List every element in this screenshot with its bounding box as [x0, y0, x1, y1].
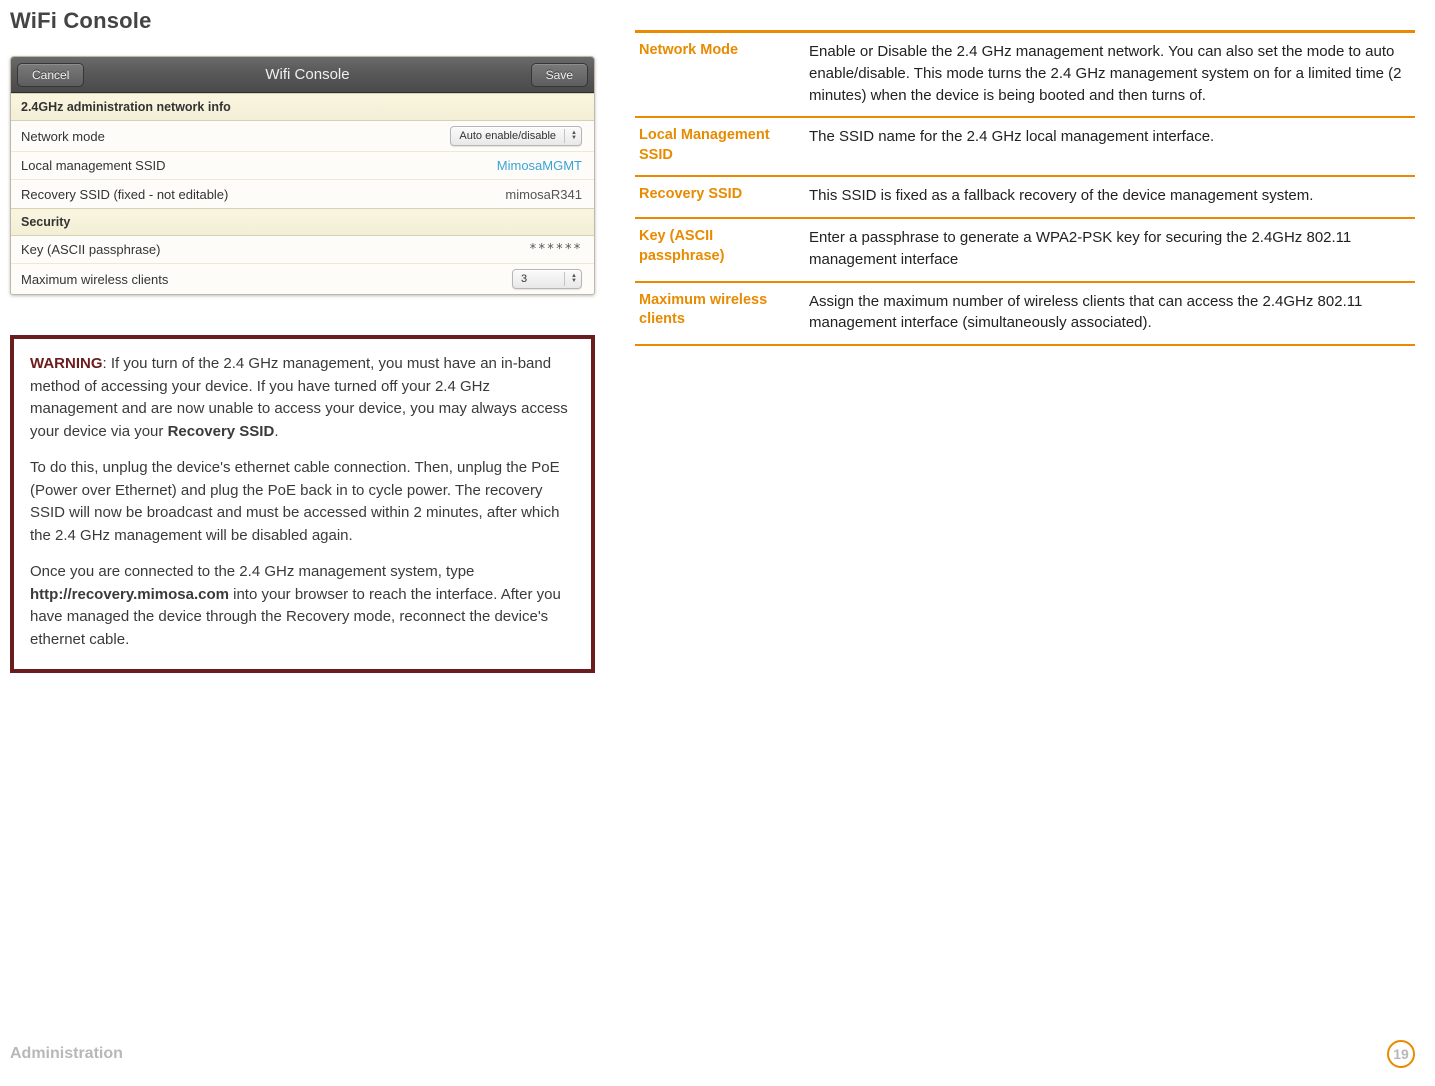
def-key: Network Mode	[639, 41, 789, 106]
key-label: Key (ASCII passphrase)	[21, 242, 160, 257]
key-row: Key (ASCII passphrase) ******	[11, 236, 594, 264]
warning-p1c: .	[274, 423, 278, 440]
warning-paragraph-1: WARNING: If you turn of the 2.4 GHz mana…	[30, 353, 575, 443]
warning-recovery-ssid-bold: Recovery SSID	[168, 423, 275, 440]
def-key: Key (ASCII passphrase)	[639, 227, 789, 271]
wifi-console-panel: Cancel Wifi Console Save 2.4GHz administ…	[10, 56, 595, 295]
def-key: Maximum wireless clients	[639, 291, 789, 335]
def-row: Key (ASCII passphrase) Enter a passphras…	[635, 219, 1415, 283]
def-val: The SSID name for the 2.4 GHz local mana…	[809, 126, 1411, 165]
max-clients-value: 3	[521, 273, 556, 285]
warning-p1a: : If you turn of the 2.4 GHz management,…	[30, 355, 568, 440]
page-title: WiFi Console	[10, 8, 595, 34]
recovery-ssid-row: Recovery SSID (fixed - not editable) mim…	[11, 180, 594, 208]
select-arrows-icon: ▲▼	[564, 129, 577, 143]
page-number: 19	[1387, 1040, 1415, 1068]
warning-paragraph-3: Once you are connected to the 2.4 GHz ma…	[30, 561, 575, 651]
warning-recovery-url: http://recovery.mimosa.com	[30, 586, 229, 603]
max-clients-stepper[interactable]: 3 ▲▼	[512, 269, 582, 289]
def-val: Assign the maximum number of wireless cl…	[809, 291, 1411, 335]
recovery-ssid-value: mimosaR341	[505, 187, 582, 202]
def-val: This SSID is fixed as a fallback recover…	[809, 185, 1411, 207]
save-button[interactable]: Save	[531, 63, 588, 87]
network-mode-value: Auto enable/disable	[459, 130, 556, 142]
network-mode-row: Network mode Auto enable/disable ▲▼	[11, 121, 594, 152]
def-row: Local Management SSID The SSID name for …	[635, 118, 1415, 177]
local-ssid-row: Local management SSID MimosaMGMT	[11, 152, 594, 180]
panel-header: Cancel Wifi Console Save	[11, 57, 594, 93]
max-clients-row: Maximum wireless clients 3 ▲▼	[11, 264, 594, 294]
def-row: Recovery SSID This SSID is fixed as a fa…	[635, 177, 1415, 219]
local-ssid-label: Local management SSID	[21, 158, 166, 173]
warning-p3a: Once you are connected to the 2.4 GHz ma…	[30, 563, 474, 580]
key-value[interactable]: ******	[529, 242, 582, 257]
recovery-ssid-label: Recovery SSID (fixed - not editable)	[21, 187, 228, 202]
stepper-arrows-icon: ▲▼	[564, 272, 577, 286]
panel-title: Wifi Console	[84, 66, 530, 83]
def-key: Recovery SSID	[639, 185, 789, 207]
def-val: Enter a passphrase to generate a WPA2-PS…	[809, 227, 1411, 271]
network-mode-label: Network mode	[21, 129, 105, 144]
local-ssid-value[interactable]: MimosaMGMT	[497, 158, 582, 173]
cancel-button[interactable]: Cancel	[17, 63, 84, 87]
definitions-table: Network Mode Enable or Disable the 2.4 G…	[635, 30, 1415, 346]
def-key: Local Management SSID	[639, 126, 789, 165]
def-row: Maximum wireless clients Assign the maxi…	[635, 283, 1415, 347]
max-clients-label: Maximum wireless clients	[21, 272, 168, 287]
admin-section-header: 2.4GHz administration network info	[11, 93, 594, 121]
warning-title: WARNING	[30, 355, 103, 372]
warning-paragraph-2: To do this, unplug the device's ethernet…	[30, 457, 575, 547]
page-footer: Administration 19	[10, 1040, 1415, 1068]
network-mode-select[interactable]: Auto enable/disable ▲▼	[450, 126, 582, 146]
def-val: Enable or Disable the 2.4 GHz management…	[809, 41, 1411, 106]
def-row: Network Mode Enable or Disable the 2.4 G…	[635, 33, 1415, 118]
security-section-header: Security	[11, 208, 594, 236]
footer-section-label: Administration	[10, 1045, 123, 1063]
warning-box: WARNING: If you turn of the 2.4 GHz mana…	[10, 335, 595, 673]
